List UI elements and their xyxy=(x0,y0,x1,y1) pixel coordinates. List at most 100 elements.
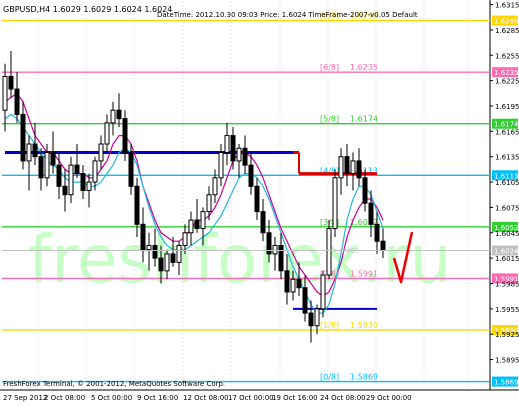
candle-body xyxy=(380,240,386,251)
level-value: 1.5869 xyxy=(350,373,378,382)
time-axis-label: 29 Oct 00:00 xyxy=(366,394,412,402)
price-tick-label: 1.6045 xyxy=(495,230,519,238)
candle-body xyxy=(326,228,332,276)
candle-body xyxy=(122,118,128,153)
price-tick-label: 1.6225 xyxy=(495,78,519,86)
candle-body xyxy=(188,219,194,234)
candle-body xyxy=(80,173,86,192)
candle-body xyxy=(236,147,242,162)
candle-body xyxy=(320,274,326,310)
candle-body xyxy=(32,143,38,158)
candle-body xyxy=(212,177,218,196)
candle-body xyxy=(14,88,20,115)
level-tag: [5/8] xyxy=(320,115,339,124)
time-axis: 27 Sep 20122 Oct 08:00 5 Oct 00:00 9 Oct 1… xyxy=(3,394,412,402)
candle-body xyxy=(272,244,278,255)
time-axis-label: 5 Oct 00:00 xyxy=(91,394,132,402)
candle-body xyxy=(362,177,368,204)
candle-body xyxy=(290,278,296,293)
price-tick-label: 1.6195 xyxy=(495,103,519,111)
price-tag-text: 1.6296 xyxy=(494,18,519,26)
candle-body xyxy=(128,151,134,187)
candle-body xyxy=(338,156,344,179)
candle-body xyxy=(164,253,170,272)
candle-body xyxy=(140,223,146,251)
candle-body xyxy=(38,156,44,179)
price-axis: 1.6315 1.6285 1.6255 1.6225 1.6195 1.6165 1.61… xyxy=(490,2,519,365)
time-axis-label: 27 Sep 2012 xyxy=(3,394,47,402)
price-chart[interactable]: freshforex.ru [8/8] 1.62961.6296[6/8] 1.62… xyxy=(0,0,519,403)
candle-body xyxy=(302,287,308,314)
level-tag: [1/8] xyxy=(320,321,339,330)
candle-body xyxy=(26,143,32,162)
price-tick-label: 1.5955 xyxy=(495,306,519,314)
candle-body xyxy=(62,185,68,196)
candle-body xyxy=(74,164,80,175)
level-value: 1.6052 xyxy=(350,218,378,227)
candle-body xyxy=(92,160,98,183)
price-tick-label: 1.5985 xyxy=(495,280,519,288)
candle-body xyxy=(314,308,320,327)
price-tick-label: 1.6285 xyxy=(495,27,519,35)
level-value: 1.5930 xyxy=(350,321,378,330)
candle-body xyxy=(260,211,266,234)
candle-body xyxy=(254,185,260,213)
candle-body xyxy=(116,109,122,120)
price-tick-label: 1.6015 xyxy=(495,255,519,263)
time-axis-label: 2 Oct 08:00 xyxy=(44,394,85,402)
level-tag: [6/8] xyxy=(320,63,339,72)
price-tick-label: 1.6075 xyxy=(495,204,519,212)
price-tick-label: 1.6135 xyxy=(495,154,519,162)
candle-body xyxy=(284,270,290,293)
candle-body xyxy=(56,164,62,187)
candle-body xyxy=(98,143,104,162)
symbol-info: GBPUSD,H4 1.6029 1.6029 1.6024 1.6024 xyxy=(3,5,172,14)
level-value: 1.6174 xyxy=(350,115,378,124)
time-axis-label: 12 Oct 08:00 xyxy=(183,394,229,402)
price-tick-label: 1.6165 xyxy=(495,128,519,136)
price-tag-text: 1.6235 xyxy=(494,69,519,77)
candle-body xyxy=(2,75,8,111)
candle-body xyxy=(158,257,164,272)
candle-body xyxy=(176,244,182,263)
candle-body xyxy=(68,164,74,196)
price-tick-label: 1.6315 xyxy=(495,2,519,10)
candle-body xyxy=(170,253,176,263)
candle-body xyxy=(206,194,212,213)
candle-body xyxy=(146,244,152,251)
candle-body xyxy=(308,312,314,327)
time-axis-label: 9 Oct 16:00 xyxy=(137,394,178,402)
level-value: 1.5991 xyxy=(350,269,378,278)
candle-body xyxy=(152,244,158,259)
candle-body xyxy=(224,135,230,153)
candle-body xyxy=(8,75,14,90)
time-axis-label: 24 Oct 08:00 xyxy=(320,394,366,402)
candle-body xyxy=(86,181,92,192)
candle-body xyxy=(50,151,56,166)
candle-body xyxy=(104,122,110,145)
close-label: Close xyxy=(340,247,359,255)
candle-body xyxy=(350,160,356,175)
level-tag: [0/8] xyxy=(320,373,339,382)
candle-body xyxy=(296,278,302,289)
candle-body xyxy=(134,185,140,225)
price-tick-label: 1.6105 xyxy=(495,179,519,187)
candle-body xyxy=(242,147,248,166)
price-tick-label: 1.5925 xyxy=(495,331,519,339)
chart-window[interactable]: freshforex.ru [8/8] 1.6296 1.6296 [6/8] 1.62… xyxy=(0,0,519,403)
watermark: freshforex.ru xyxy=(28,221,452,298)
watermark-text: freshforex.ru xyxy=(28,221,452,298)
candle-body xyxy=(374,223,380,242)
candle-body xyxy=(278,244,284,272)
candle-body xyxy=(182,232,188,246)
candle-body xyxy=(218,151,224,179)
candle-body xyxy=(230,135,236,162)
candle-body xyxy=(200,211,206,230)
candle-body xyxy=(44,151,50,179)
candle-body xyxy=(356,160,362,179)
copyright-text: FreshForex Terminal, © 2001-2012, MetaQu… xyxy=(3,380,225,388)
price-tick-label: 1.6255 xyxy=(495,52,519,60)
candle-body xyxy=(344,156,350,175)
price-tick-label: 1.5895 xyxy=(495,357,519,365)
time-axis-label: 19 Oct 16:00 xyxy=(272,394,318,402)
